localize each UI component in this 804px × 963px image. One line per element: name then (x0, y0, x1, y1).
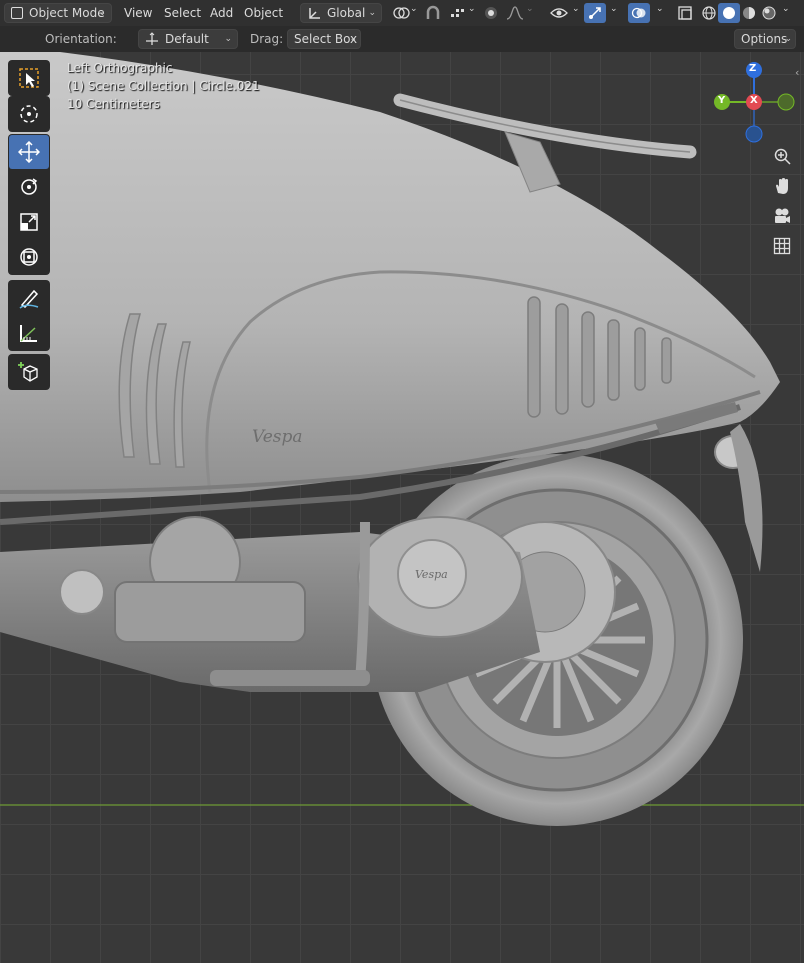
camera-view-button[interactable] (768, 202, 796, 230)
transform-tool[interactable] (9, 240, 49, 274)
chevron-down-icon: ⌄ (526, 4, 534, 14)
rotate-tool[interactable] (9, 170, 49, 204)
wireframe-shading-icon[interactable] (698, 3, 720, 23)
active-collection: (1) Scene Collection | Circle.021 (67, 79, 260, 93)
orientation-value: Default (165, 32, 209, 46)
tool-group-select (8, 60, 50, 96)
gizmo-toggle-icon[interactable] (584, 3, 606, 23)
scale-tool[interactable] (9, 205, 49, 239)
chevron-down-icon: ⌄ (349, 34, 357, 44)
falloff-curve-icon[interactable] (504, 3, 526, 23)
gizmo-x-label: X (750, 95, 758, 106)
tool-group-transform (8, 134, 50, 275)
tool-group-cursor (8, 96, 50, 132)
chevron-down-icon[interactable]: ⌄ (782, 4, 790, 14)
scale-icon (20, 213, 38, 231)
menu-select[interactable]: Select (158, 3, 207, 23)
snap-icon[interactable] (422, 3, 444, 23)
xray-toggle-icon[interactable] (674, 3, 696, 23)
body-panel (0, 52, 780, 502)
visibility-eye-icon[interactable] (548, 3, 570, 23)
orientation-dropdown[interactable]: Default ⌄ (138, 29, 238, 49)
select-box-tool[interactable] (9, 61, 49, 95)
transform-icon (20, 248, 38, 266)
perspective-toggle-button[interactable] (768, 232, 796, 260)
add-cube-icon (18, 362, 38, 382)
view-name: Left Orthographic (67, 61, 173, 75)
options-dropdown[interactable]: Options ⌄ (734, 29, 796, 49)
object-mode-icon (11, 7, 23, 19)
hand-icon (776, 178, 788, 194)
chevron-down-icon[interactable]: ⌄ (410, 4, 418, 14)
scooter-model: Vespa Vespa (0, 52, 804, 826)
annotate-pencil-icon (19, 289, 39, 309)
pivot-point-icon[interactable] (390, 3, 412, 23)
move-tool[interactable] (9, 135, 49, 169)
chevron-down-icon[interactable]: ⌄ (656, 4, 664, 14)
tool-settings-bar: Orientation: Default ⌄ Drag: Select Box … (0, 26, 804, 52)
menu-view[interactable]: View (118, 3, 158, 23)
viewport-header: Object Mode ⌄ View Select Add Object Glo… (0, 0, 804, 26)
navigation-gizmo[interactable]: Z Y X (710, 62, 800, 144)
chevron-down-icon: ⌄ (224, 34, 232, 44)
move-icon (18, 141, 40, 163)
proportional-editing-icon[interactable] (480, 3, 502, 23)
tool-group-add (8, 354, 50, 390)
orientation-icon (145, 32, 159, 51)
grid-icon (773, 237, 791, 255)
menu-add[interactable]: Add (204, 3, 239, 23)
sidebar-toggle-icon[interactable]: ‹ (795, 66, 799, 79)
svg-text:Vespa: Vespa (415, 568, 448, 581)
solid-shading-icon[interactable] (718, 3, 740, 23)
transform-orientation-dropdown[interactable]: Global ⌄ (300, 3, 382, 23)
mode-label: Object Mode (29, 6, 105, 20)
chevron-down-icon: ⌄ (784, 34, 792, 44)
orientation-label: Global (327, 6, 366, 20)
zoom-icon (774, 148, 791, 165)
add-cube-tool[interactable] (9, 355, 49, 389)
overlays-icon[interactable] (628, 3, 650, 23)
camera-icon (775, 208, 790, 223)
3d-viewport[interactable]: Vespa Vespa Left Orthographic (1) Scene … (0, 52, 804, 963)
orientation-label: Orientation: (45, 32, 117, 46)
annotate-tool[interactable] (9, 281, 49, 315)
drag-dropdown[interactable]: Select Box ⌄ (287, 29, 361, 49)
mode-selector[interactable]: Object Mode ⌄ (4, 3, 112, 23)
vespa-badge: Vespa (252, 427, 303, 447)
axes-icon (307, 6, 321, 25)
tool-group-annotate (8, 280, 50, 351)
drag-value: Select Box (294, 32, 358, 46)
gizmo-y-label: Y (718, 95, 726, 106)
drag-label: Drag: (250, 32, 284, 46)
chevron-down-icon: ⌄ (98, 8, 106, 18)
cursor-tool[interactable] (9, 97, 49, 131)
rotate-icon (21, 178, 38, 195)
chevron-down-icon: ⌄ (368, 8, 376, 18)
menu-object[interactable]: Object (238, 3, 289, 23)
grid-scale: 10 Centimeters (67, 97, 160, 111)
measure-icon (20, 325, 37, 342)
chevron-down-icon[interactable]: ⌄ (572, 4, 580, 14)
measure-tool[interactable] (9, 316, 49, 350)
rendered-shading-icon[interactable] (758, 3, 780, 23)
chevron-down-icon[interactable]: ⌄ (468, 4, 476, 14)
chevron-down-icon[interactable]: ⌄ (610, 4, 618, 14)
gizmo-z-label: Z (749, 63, 757, 74)
cursor-icon (20, 105, 38, 123)
options-label: Options (741, 32, 788, 46)
snap-increment-icon[interactable] (446, 3, 468, 23)
zoom-button[interactable] (768, 142, 796, 170)
material-shading-icon[interactable] (738, 3, 760, 23)
select-box-icon (19, 68, 39, 88)
pan-button[interactable] (768, 172, 796, 200)
